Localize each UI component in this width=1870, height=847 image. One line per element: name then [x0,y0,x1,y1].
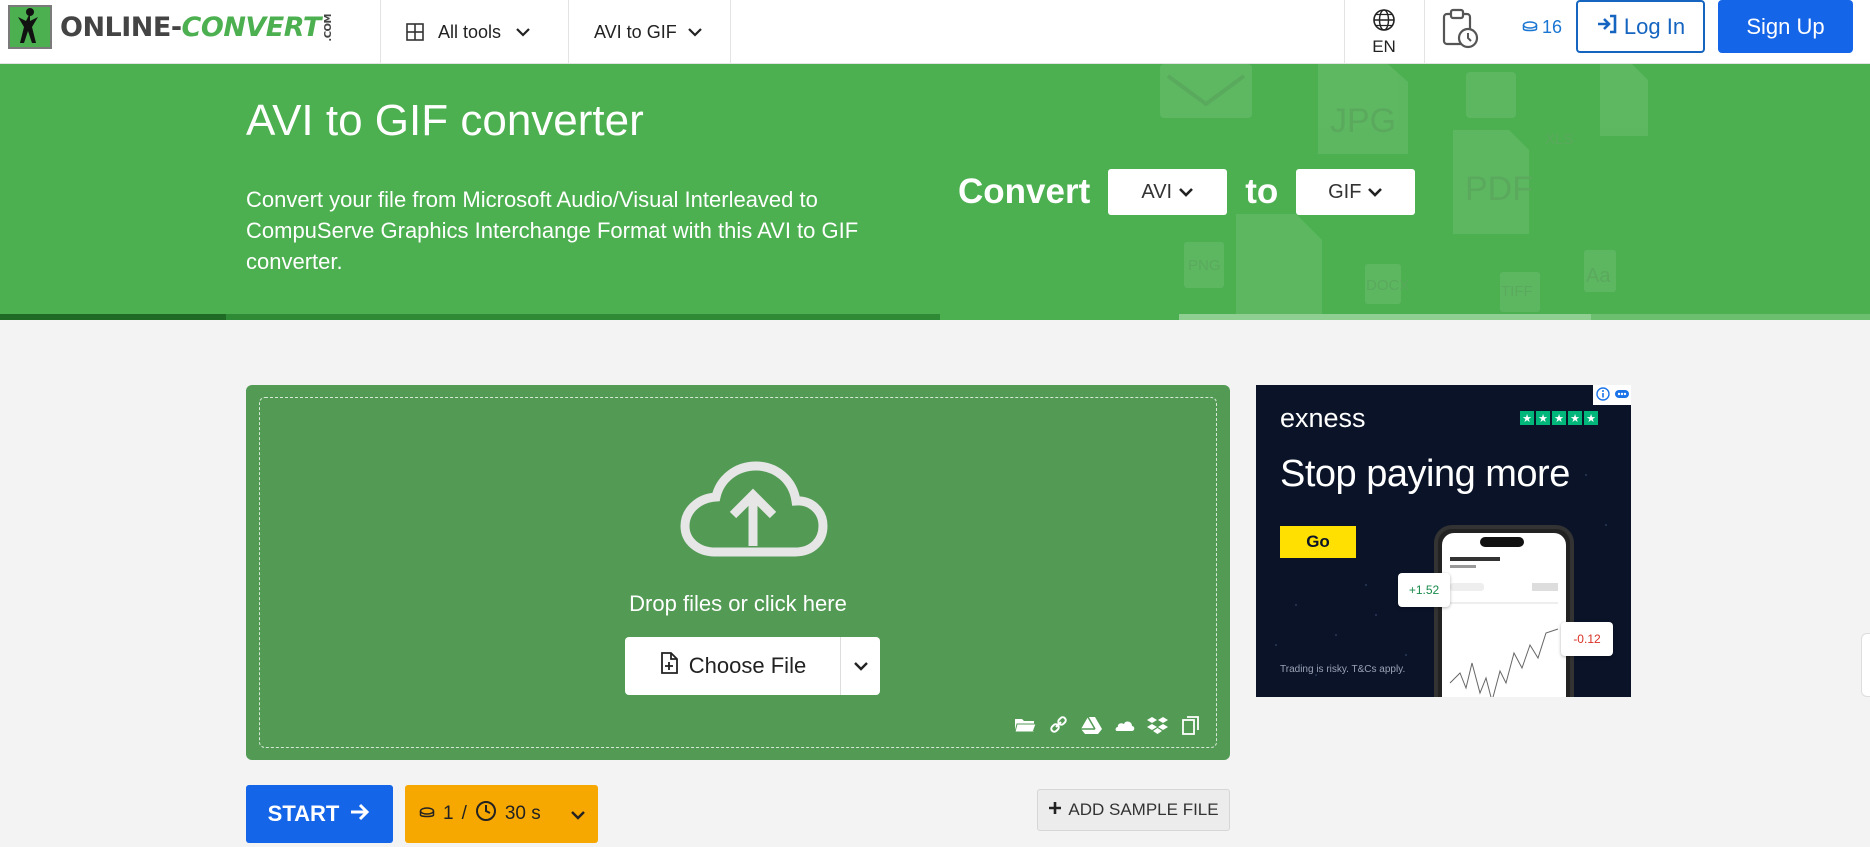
target-format-select[interactable]: GIF [1296,169,1416,215]
page-description: Convert your file from Microsoft Audio/V… [246,187,859,274]
chevron-down-icon [1367,181,1383,204]
conversion-history-icon[interactable] [1440,8,1480,50]
source-format-select[interactable]: AVI [1108,169,1228,215]
chevron-down-icon [1178,181,1194,204]
source-format-value: AVI [1141,180,1173,203]
start-button[interactable]: START [246,785,393,843]
all-tools-label: All tools [438,21,502,42]
drop-zone-border: Drop files or click here Choose File [259,397,1217,748]
file-add-icon [659,652,679,680]
login-label: Log In [1623,13,1686,39]
chevron-down-icon [853,657,869,676]
site-logo[interactable]: ONLINE-CONVERT .COM [8,5,334,49]
bg-xls-label: XLS [1545,131,1573,148]
more-sources-dropdown[interactable] [841,637,880,695]
start-label: START [267,801,340,826]
choose-file-label: Choose File [688,653,807,678]
cost-credits-value: 1 [443,803,454,824]
bg-pdf-label: PDF [1465,170,1533,208]
file-drop-zone[interactable]: Drop files or click here Choose File [246,385,1230,760]
info-icon[interactable] [1595,386,1610,405]
nav-divider [1424,0,1425,64]
all-tools-menu[interactable]: All tools [406,0,531,64]
top-header: ONLINE-CONVERT .COM All tools AVI to GIF … [0,0,1870,64]
login-button[interactable]: Log In [1576,0,1705,53]
logo-text: ONLINE-CONVERT .COM [60,11,334,43]
coin-stack-icon [1522,17,1538,38]
page-title: AVI to GIF converter [246,96,644,145]
globe-icon [1372,8,1396,37]
bg-font-label: Aa [1586,265,1611,287]
chevron-down-icon [515,26,531,38]
rating-stars-icon: ★ ★ ★ ★ ★ [1520,411,1598,425]
arrow-right-icon [349,801,371,827]
add-sample-file-button[interactable]: ADD SAMPLE FILE [1037,789,1230,831]
ad-brand: exness [1280,403,1366,433]
plus-icon [1048,800,1062,820]
choose-file-button[interactable]: Choose File [625,637,841,695]
bg-png-label: PNG [1188,257,1221,274]
upload-sources [1014,715,1202,735]
credits-counter[interactable]: 16 [1522,0,1562,54]
clipboard-icon[interactable] [1179,715,1202,735]
credits-value: 16 [1542,16,1563,37]
cost-time-value: 30 s [504,803,541,824]
bg-docx-label: DOCX [1366,277,1409,294]
ad-chip-up: +1.52 [1398,573,1450,607]
sign-in-icon [1596,14,1618,40]
nav-divider [568,0,569,64]
link-icon[interactable] [1047,715,1070,735]
add-sample-label: ADD SAMPLE FILE [1068,800,1219,819]
ad-cta-button[interactable]: Go [1280,526,1356,558]
google-drive-icon[interactable] [1080,715,1103,735]
ad-chip-down: -0.12 [1561,622,1613,656]
nav-divider [1344,0,1345,64]
ad-headline: Stop paying more [1280,453,1570,495]
folder-icon[interactable] [1014,715,1037,735]
target-format-value: GIF [1328,180,1362,203]
signup-button[interactable]: Sign Up [1718,0,1853,53]
ad-info-controls[interactable] [1593,385,1631,405]
advertisement[interactable]: exness ★ ★ ★ ★ ★ Stop paying more Go +1.52 -… [1256,385,1631,697]
nav-divider [730,0,731,64]
hero-banner: JPG PDF XLS PNG DOCX TIFF Aa AVI to GIF … [0,64,1870,320]
more-options-icon[interactable] [1614,386,1629,405]
onedrive-icon[interactable] [1113,715,1136,735]
dropbox-icon[interactable] [1146,715,1169,735]
coin-stack-icon [419,803,435,825]
language-selector[interactable]: EN [1347,0,1421,64]
nav-divider [380,0,381,64]
cloud-upload-icon [677,460,829,560]
convert-label: Convert [958,172,1091,211]
hero-accent-bar [0,314,1870,320]
format-picker: Convert AVI to GIF [958,168,1416,216]
conversion-cost-dropdown[interactable]: 1 / 30 s [405,785,598,843]
chevron-down-icon [687,26,703,38]
logo-mark-icon [8,5,52,49]
ad-fine-print: Trading is risky. T&Cs apply. [1280,664,1406,675]
language-label: EN [1372,36,1396,56]
chevron-down-icon [570,805,586,827]
cost-separator: / [461,803,467,824]
feedback-side-tab[interactable] [1861,633,1870,697]
grid-icon [406,23,424,41]
bg-tiff-label: TIFF [1501,283,1533,300]
clock-icon [475,800,497,828]
phone-mockup-icon [1434,525,1574,697]
converter-menu[interactable]: AVI to GIF [594,0,703,64]
to-label: to [1245,172,1279,211]
converter-menu-label: AVI to GIF [594,21,677,42]
drop-files-text: Drop files or click here [629,591,847,616]
bg-jpg-label: JPG [1330,102,1396,140]
choose-file-button-group: Choose File [625,637,880,695]
